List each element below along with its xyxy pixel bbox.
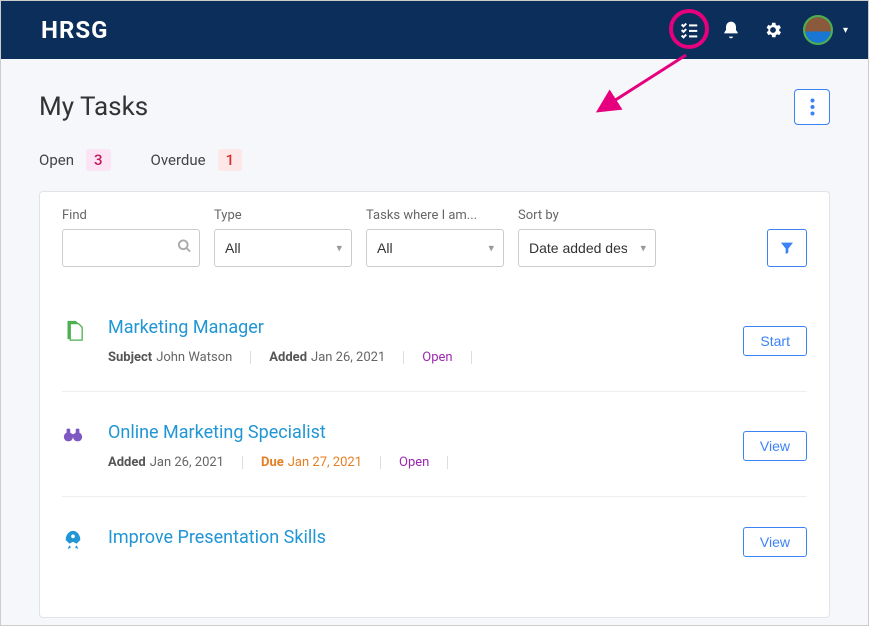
sort-label: Sort by xyxy=(518,208,656,223)
type-label: Type xyxy=(214,208,352,223)
task-row: Marketing Manager Subject John Watson Ad… xyxy=(62,287,807,392)
task-meta: Added Jan 26, 2021 Due Jan 27, 2021 Open xyxy=(108,455,743,470)
find-label: Find xyxy=(62,208,200,223)
kebab-icon xyxy=(810,98,815,116)
task-row: Online Marketing Specialist Added Jan 26… xyxy=(62,392,807,497)
tasks-nav-icon[interactable] xyxy=(677,18,701,42)
navbar-right: ▾ xyxy=(677,15,848,45)
type-select[interactable]: All xyxy=(214,229,352,267)
filter-row: Find Type All Tasks where I am... All So… xyxy=(40,192,829,287)
view-button[interactable]: View xyxy=(743,527,807,557)
overdue-label: Overdue xyxy=(151,151,206,169)
view-button[interactable]: View xyxy=(743,431,807,461)
search-icon xyxy=(177,239,192,258)
start-button[interactable]: Start xyxy=(743,326,807,356)
task-title-link[interactable]: Marketing Manager xyxy=(108,317,264,338)
task-list: Marketing Manager Subject John Watson Ad… xyxy=(40,287,829,617)
status-badge: Open xyxy=(399,455,429,470)
overdue-count[interactable]: Overdue 1 xyxy=(151,149,243,171)
open-count[interactable]: Open 3 xyxy=(39,149,111,171)
role-select[interactable]: All xyxy=(366,229,504,267)
role-label: Tasks where I am... xyxy=(366,208,504,223)
sort-group: Sort by Date added des xyxy=(518,208,656,267)
binoculars-icon xyxy=(62,424,86,448)
open-badge: 3 xyxy=(86,149,111,171)
task-title-link[interactable]: Improve Presentation Skills xyxy=(108,527,326,548)
content-area: My Tasks Open 3 Overdue 1 Find xyxy=(1,59,868,625)
page-menu-button[interactable] xyxy=(794,89,830,125)
task-title-link[interactable]: Online Marketing Specialist xyxy=(108,422,326,443)
top-navbar: HRSG ▾ xyxy=(1,1,868,59)
logo: HRSG xyxy=(41,16,108,44)
tasks-card: Find Type All Tasks where I am... All So… xyxy=(39,191,830,618)
task-row: Improve Presentation Skills View xyxy=(62,497,807,617)
bell-icon[interactable] xyxy=(719,18,743,42)
status-counts: Open 3 Overdue 1 xyxy=(39,149,830,171)
role-group: Tasks where I am... All xyxy=(366,208,504,267)
page-header: My Tasks xyxy=(39,89,830,125)
chevron-down-icon[interactable]: ▾ xyxy=(843,25,848,36)
page-title: My Tasks xyxy=(39,92,148,122)
status-badge: Open xyxy=(422,350,452,365)
document-icon xyxy=(62,319,86,343)
rocket-icon xyxy=(62,529,86,553)
sort-select[interactable]: Date added des xyxy=(518,229,656,267)
filter-button[interactable] xyxy=(767,229,807,267)
open-label: Open xyxy=(39,151,74,169)
funnel-icon xyxy=(779,240,795,256)
find-group: Find xyxy=(62,208,200,267)
task-meta: Subject John Watson Added Jan 26, 2021 O… xyxy=(108,350,743,365)
type-group: Type All xyxy=(214,208,352,267)
gear-icon[interactable] xyxy=(761,18,785,42)
avatar[interactable] xyxy=(803,15,833,45)
overdue-badge: 1 xyxy=(218,149,243,171)
